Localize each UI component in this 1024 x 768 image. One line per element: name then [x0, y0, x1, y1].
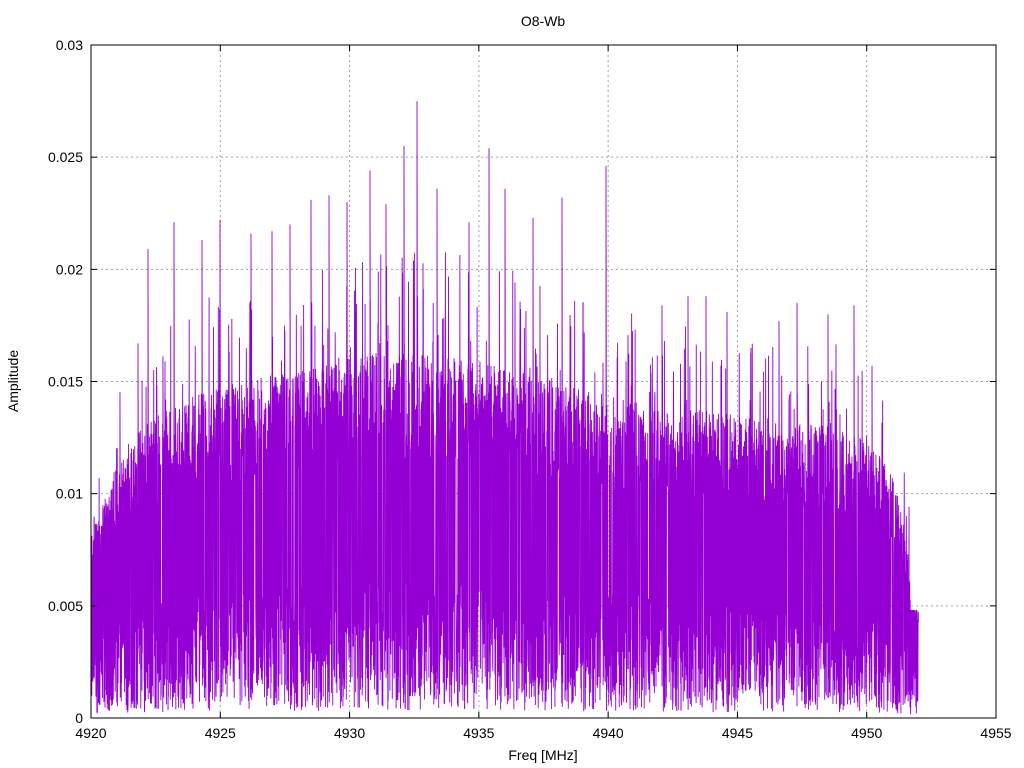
- x-tick-label: 4945: [722, 725, 753, 741]
- x-tick-label: 4935: [463, 725, 494, 741]
- x-tick-label: 4930: [334, 725, 365, 741]
- y-tick-label: 0.03: [56, 37, 83, 53]
- x-tick-label: 4955: [980, 725, 1011, 741]
- x-tick-label: 4925: [205, 725, 236, 741]
- y-tick-label: 0.015: [48, 374, 83, 390]
- y-axis-label: Amplitude: [5, 350, 21, 412]
- x-tick-label: 4920: [75, 725, 106, 741]
- chart-title: O8-Wb: [521, 13, 566, 29]
- y-tick-label: 0.005: [48, 598, 83, 614]
- y-tick-label: 0.01: [56, 486, 83, 502]
- x-axis-label: Freq [MHz]: [508, 747, 577, 763]
- y-tick-label: 0.025: [48, 149, 83, 165]
- x-tick-label: 4950: [851, 725, 882, 741]
- y-tick-label: 0.02: [56, 261, 83, 277]
- x-tick-label: 4940: [593, 725, 624, 741]
- y-tick-label: 0: [75, 710, 83, 726]
- chart: O8-Wb 4920 4925 4930 4935 4940 4945 4950 4955 0…: [0, 0, 1024, 768]
